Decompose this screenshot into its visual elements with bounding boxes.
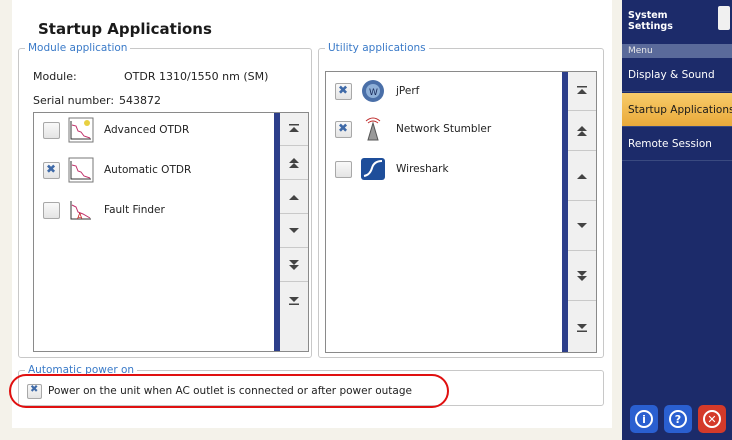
list-item-network-stumbler[interactable]: Network Stumbler — [326, 112, 596, 146]
sidebar-title: System Settings — [628, 10, 673, 32]
settings-panel: Startup Applications Module application … — [12, 0, 612, 428]
sidebar-title-line-2: Settings — [628, 21, 673, 32]
automatic-otdr-icon — [68, 157, 94, 183]
highlight-ellipse — [9, 374, 449, 408]
scroll-to-bottom-button[interactable] — [280, 283, 308, 316]
menu-header: Menu — [622, 44, 732, 58]
line-up-icon — [289, 195, 299, 200]
scroll-to-bottom-button[interactable] — [568, 302, 596, 352]
page-title: Startup Applications — [38, 20, 212, 38]
list-item-jperf[interactable]: W jPerf — [326, 74, 596, 108]
page-down-icon — [577, 271, 587, 281]
svg-text:A: A — [77, 212, 83, 221]
page-down-button[interactable] — [280, 249, 308, 282]
module-application-legend: Module application — [25, 42, 131, 54]
advanced-otdr-icon — [68, 117, 94, 143]
line-down-button[interactable] — [568, 202, 596, 251]
main-area: Startup Applications Module application … — [0, 0, 622, 440]
fault-finder-icon: A — [68, 197, 94, 223]
menu-item-display-sound[interactable]: Display & Sound — [622, 58, 732, 92]
list-item-fault-finder[interactable]: A Fault Finder — [34, 193, 308, 227]
close-icon: ✕ — [703, 410, 721, 428]
list-item-advanced-otdr[interactable]: Advanced OTDR — [34, 113, 308, 147]
automatic-otdr-checkbox[interactable] — [43, 161, 60, 179]
page-up-button[interactable] — [280, 147, 308, 180]
scroll-to-top-button[interactable] — [568, 72, 596, 111]
jperf-icon: W — [360, 78, 386, 104]
menu-item-startup-applications[interactable]: Startup Applications — [622, 93, 732, 127]
module-app-list: Advanced OTDR Automatic OTDR A Fault Fin… — [33, 112, 309, 352]
jperf-checkbox[interactable] — [335, 82, 352, 100]
list-item-automatic-otdr[interactable]: Automatic OTDR — [34, 153, 308, 187]
network-stumbler-icon — [360, 116, 386, 142]
fault-finder-checkbox[interactable] — [43, 201, 60, 219]
fault-finder-label: Fault Finder — [104, 204, 165, 216]
line-down-icon — [577, 223, 587, 228]
page-up-icon — [577, 126, 587, 136]
svg-text:W: W — [369, 88, 378, 98]
line-up-icon — [577, 174, 587, 179]
utility-list-scrollbar[interactable] — [562, 72, 596, 352]
scroll-to-bottom-icon — [289, 296, 299, 305]
serial-number-value: 543872 — [119, 94, 161, 107]
line-down-icon — [289, 228, 299, 233]
sidebar: System Settings Menu Display & Sound Sta… — [622, 0, 732, 440]
help-button[interactable]: ? — [664, 405, 692, 433]
module-application-group: Module application Module: OTDR 1310/155… — [18, 42, 312, 358]
module-list-scrollbar[interactable] — [274, 113, 308, 351]
utility-applications-legend: Utility applications — [325, 42, 429, 54]
close-button[interactable]: ✕ — [698, 405, 726, 433]
scroll-to-top-icon — [289, 124, 299, 132]
page-up-button[interactable] — [568, 112, 596, 151]
line-up-button[interactable] — [568, 152, 596, 201]
wireshark-checkbox[interactable] — [335, 160, 352, 178]
sidebar-title-line-1: System — [628, 10, 668, 21]
menu-item-remote-session[interactable]: Remote Session — [622, 127, 732, 161]
advanced-otdr-label: Advanced OTDR — [104, 124, 190, 136]
serial-number-label: Serial number: — [33, 94, 115, 107]
utility-applications-group: Utility applications W jPerf Network Stu… — [318, 42, 604, 358]
page-down-button[interactable] — [568, 252, 596, 301]
page-down-icon — [289, 260, 299, 270]
wireshark-label: Wireshark — [396, 163, 449, 175]
automatic-otdr-label: Automatic OTDR — [104, 164, 192, 176]
scroll-to-bottom-icon — [577, 324, 587, 332]
wireshark-icon — [360, 156, 386, 182]
module-value: OTDR 1310/1550 nm (SM) — [124, 70, 269, 83]
scroll-to-top-icon — [577, 86, 587, 94]
jperf-label: jPerf — [396, 85, 420, 97]
list-item-wireshark[interactable]: Wireshark — [326, 152, 596, 186]
advanced-otdr-checkbox[interactable] — [43, 121, 60, 139]
scroll-to-top-button[interactable] — [280, 113, 308, 146]
line-down-button[interactable] — [280, 215, 308, 248]
utility-app-list: W jPerf Network Stumbler Wiresh — [325, 71, 597, 353]
info-button[interactable]: i — [630, 405, 658, 433]
network-stumbler-label: Network Stumbler — [396, 123, 492, 135]
line-up-button[interactable] — [280, 181, 308, 214]
settings-tool-icon — [718, 6, 730, 30]
module-label: Module: — [33, 70, 77, 83]
network-stumbler-checkbox[interactable] — [335, 120, 352, 138]
info-icon: i — [635, 410, 653, 428]
help-icon: ? — [669, 410, 687, 428]
page-up-icon — [289, 158, 299, 168]
